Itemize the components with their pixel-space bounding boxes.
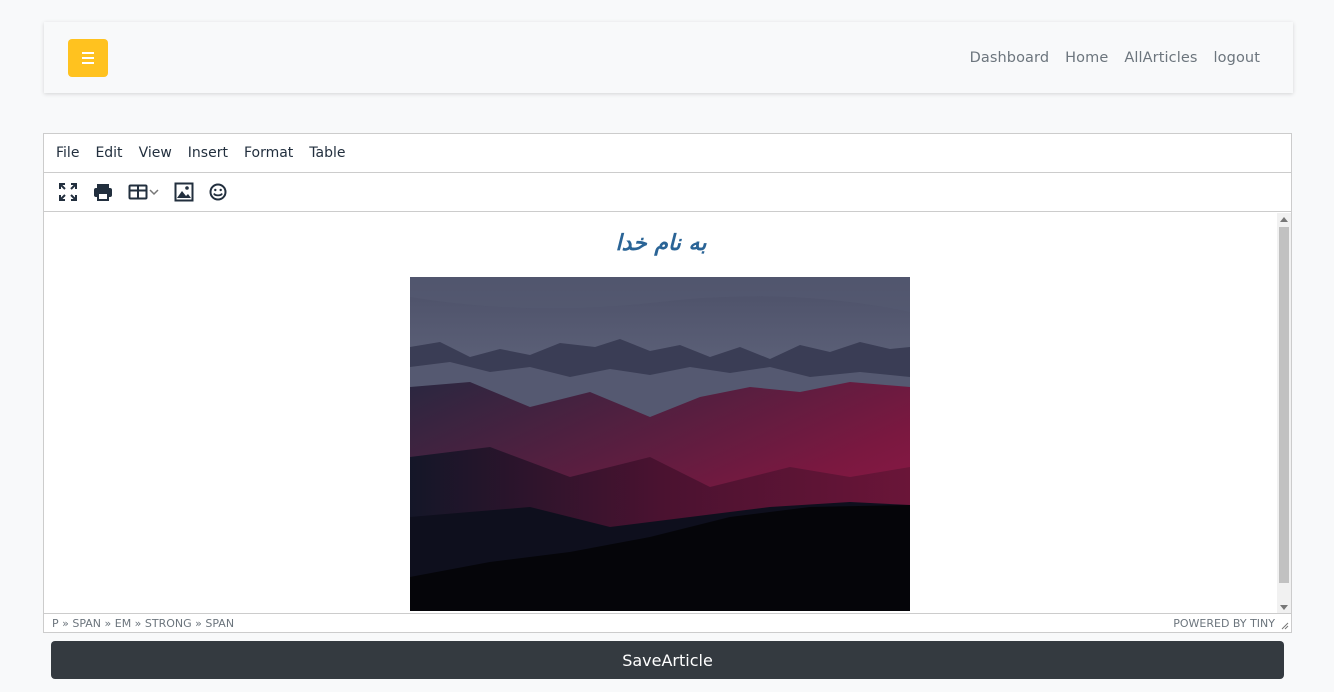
image-button[interactable] xyxy=(170,178,198,206)
chevron-down-icon xyxy=(149,189,159,196)
fullscreen-button[interactable] xyxy=(54,178,82,206)
nav-links: Dashboard Home AllArticles logout xyxy=(970,50,1269,66)
editor-toolbar xyxy=(44,173,1291,212)
element-path[interactable]: P » SPAN » EM » STRONG » SPAN xyxy=(52,617,234,630)
table-icon xyxy=(128,184,148,200)
hamburger-icon xyxy=(82,51,94,54)
print-button[interactable] xyxy=(88,178,118,206)
editor-scrollbar[interactable] xyxy=(1277,213,1291,614)
table-button[interactable] xyxy=(124,178,164,206)
menu-toggle-button[interactable] xyxy=(68,38,108,77)
rich-text-editor: File Edit View Insert Format Table به نا… xyxy=(43,133,1292,633)
powered-by-link[interactable]: POWERED BY TINY xyxy=(1173,617,1283,630)
nav-link-logout[interactable]: logout xyxy=(1214,50,1260,66)
nav-link-allarticles[interactable]: AllArticles xyxy=(1124,50,1197,66)
emoticon-button[interactable] xyxy=(204,178,232,206)
image-icon xyxy=(174,182,194,202)
nav-link-home[interactable]: Home xyxy=(1065,50,1108,66)
menu-insert[interactable]: Insert xyxy=(180,145,236,161)
menu-view[interactable]: View xyxy=(131,145,180,161)
hamburger-icon-bar xyxy=(82,61,94,64)
editor-statusbar: P » SPAN » EM » STRONG » SPAN POWERED BY… xyxy=(44,613,1291,632)
menu-table[interactable]: Table xyxy=(301,145,353,161)
menu-file[interactable]: File xyxy=(48,145,87,161)
nav-link-dashboard[interactable]: Dashboard xyxy=(970,50,1050,66)
print-icon xyxy=(94,184,112,201)
editor-menubar: File Edit View Insert Format Table xyxy=(44,134,1291,173)
menu-edit[interactable]: Edit xyxy=(87,145,130,161)
scroll-up-icon[interactable] xyxy=(1280,217,1288,222)
save-article-button[interactable]: SaveArticle xyxy=(51,641,1284,679)
scrollbar-thumb[interactable] xyxy=(1279,227,1289,583)
top-navbar: Dashboard Home AllArticles logout xyxy=(44,22,1293,93)
editor-content-area[interactable]: به نام خدا xyxy=(44,213,1291,614)
fullscreen-icon xyxy=(59,183,77,201)
hamburger-icon-bar xyxy=(82,56,94,59)
emoticon-icon xyxy=(209,183,227,201)
scroll-down-icon[interactable] xyxy=(1280,605,1288,610)
resize-handle-icon[interactable] xyxy=(1279,620,1289,630)
mountain-photo xyxy=(410,277,910,611)
content-heading: به نام خدا xyxy=(615,231,707,256)
menu-format[interactable]: Format xyxy=(236,145,301,161)
